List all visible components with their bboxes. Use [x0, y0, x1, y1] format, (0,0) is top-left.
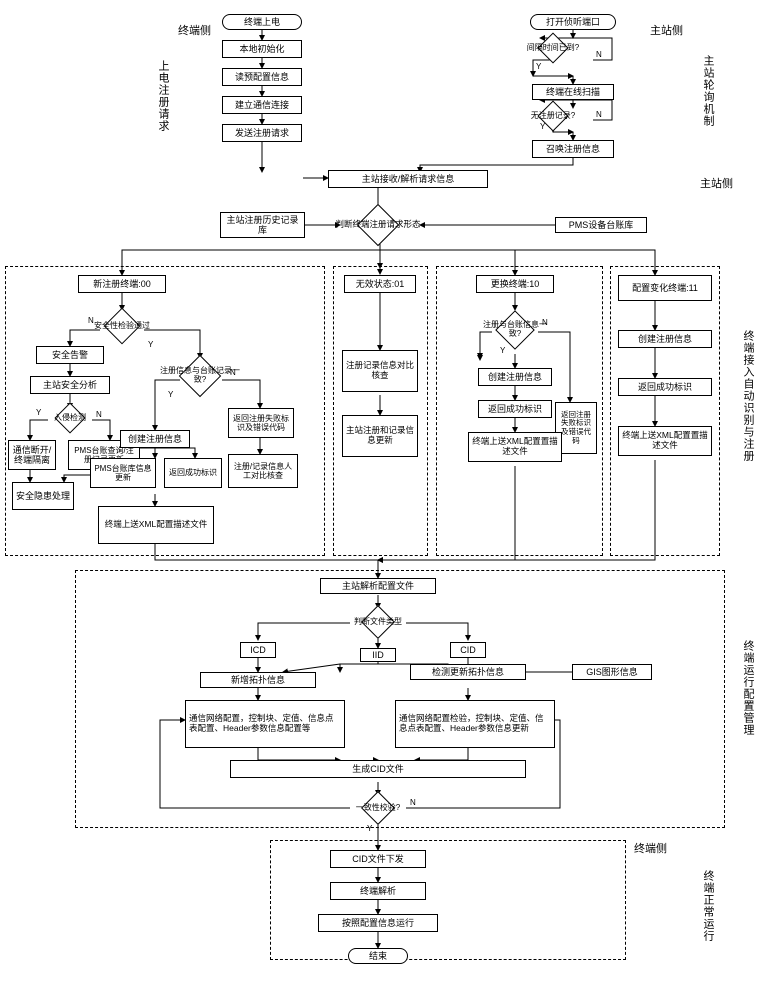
lbl-n1: N	[596, 50, 602, 59]
node-gis: GIS图形信息	[572, 664, 652, 680]
node-cid-down: CID文件下发	[330, 850, 426, 868]
label-master-side-mid: 主站侧	[700, 175, 733, 191]
label-master-side-top: 主站侧	[650, 22, 683, 38]
label-terminal-side2: 终端侧	[634, 840, 667, 856]
node-reg-manual: 注册/记录信息人工对比核查	[228, 454, 298, 488]
node-create-reg2: 创建注册信息	[478, 368, 552, 386]
node-comm-cfg2: 通信网络配置检验，控制块、定值、信息点表配置、Header参数信息更新	[395, 700, 555, 748]
lbl-n2: N	[596, 110, 602, 119]
node-add-topo: 新增拓扑信息	[200, 672, 316, 688]
node-send-reg-req: 发送注册请求	[222, 124, 302, 142]
node-ret-succ3: 返回成功标识	[618, 378, 712, 396]
node-upload-xml3: 终端上送XML配置置描述文件	[618, 426, 712, 456]
lbl-y1: Y	[536, 62, 541, 71]
label-terminal-auto-id: 终端接入自动识别与注册	[740, 330, 756, 462]
node-pms-ledger: PMS设备台账库	[555, 217, 647, 233]
lbl-y5: Y	[168, 390, 173, 399]
lbl-y2: Y	[540, 122, 545, 131]
lbl-y7: Y	[367, 824, 372, 833]
node-gen-cid: 生成CID文件	[230, 760, 526, 778]
node-check-topo: 检测更新拓扑信息	[410, 664, 526, 680]
node-online-scan: 终端在线扫描	[532, 84, 614, 100]
node-master-recv: 主站接收/解析请求信息	[328, 170, 488, 188]
node-invalid: 无效状态:01	[344, 275, 416, 293]
lbl-n6: N	[542, 318, 548, 327]
node-new-reg: 新注册终端:00	[78, 275, 166, 293]
dash-cfg-change	[610, 266, 720, 556]
node-ret-succ1: 返回成功标识	[164, 458, 222, 488]
node-replace: 更换终端:10	[476, 275, 554, 293]
node-cid: CID	[450, 642, 486, 658]
node-master-hist: 主站注册历史记录库	[220, 212, 305, 238]
node-sec-alarm: 安全告警	[36, 346, 104, 364]
node-create-reg3: 创建注册信息	[618, 330, 712, 348]
dash-invalid	[333, 266, 428, 556]
node-sec-hidden: 安全隐患处理	[12, 482, 74, 510]
node-upload-xml2: 终端上送XML配置置描述文件	[468, 432, 562, 462]
lbl-n7: N	[410, 798, 416, 807]
node-call-reg: 召唤注册信息	[532, 140, 614, 158]
node-reg-compare: 注册记录信息对比核查	[342, 350, 418, 392]
node-term-parse: 终端解析	[330, 882, 426, 900]
node-establish-comm: 建立通信连接	[222, 96, 302, 114]
node-end: 结束	[348, 948, 408, 964]
label-terminal-side: 终端侧	[178, 22, 211, 38]
node-parse-config: 主站解析配置文件	[320, 578, 436, 594]
node-pms-update: PMS台账库信息更新	[90, 458, 156, 488]
lbl-n3: N	[88, 316, 94, 325]
lbl-n5: N	[230, 368, 236, 377]
lbl-y6: Y	[500, 346, 505, 355]
dash-terminal-normal	[270, 840, 626, 960]
node-comm-disc: 通信断开/终端隔离	[8, 440, 56, 470]
label-terminal-cfg-mgmt: 终端运行配置管理	[740, 640, 756, 736]
node-power-on: 终端上电	[222, 14, 302, 30]
label-power-on-reg: 上电注册请求	[155, 60, 171, 132]
node-cfg-change: 配置变化终端:11	[618, 275, 712, 301]
node-master-reg-update: 主站注册和记录信息更新	[342, 415, 418, 457]
dash-cfg-mgmt	[75, 570, 725, 828]
node-master-sec-anly: 主站安全分析	[30, 376, 110, 394]
node-open-listen: 打开侦听端口	[530, 14, 616, 30]
node-read-precfg: 读预配置信息	[222, 68, 302, 86]
node-ret-fail1: 返回注册失败标识及错误代码	[228, 408, 294, 438]
node-icd: ICD	[240, 642, 276, 658]
label-master-poll: 主站轮询机制	[700, 55, 716, 127]
node-comm-cfg1: 通信网络配置，控制块、定值、信息点表配置、Header参数信息配置等	[185, 700, 345, 748]
node-local-init: 本地初始化	[222, 40, 302, 58]
node-ret-succ2: 返回成功标识	[478, 400, 552, 418]
node-run-by-cfg: 按照配置信息运行	[318, 914, 438, 932]
node-upload-xml1: 终端上送XML配置描述文件	[98, 506, 214, 544]
lbl-n4: N	[96, 410, 102, 419]
node-create-reg1: 创建注册信息	[120, 430, 190, 448]
node-iid: IID	[360, 648, 396, 662]
lbl-y3: Y	[148, 340, 153, 349]
label-terminal-normal: 终端正常运行	[700, 870, 716, 942]
lbl-y4: Y	[36, 408, 41, 417]
